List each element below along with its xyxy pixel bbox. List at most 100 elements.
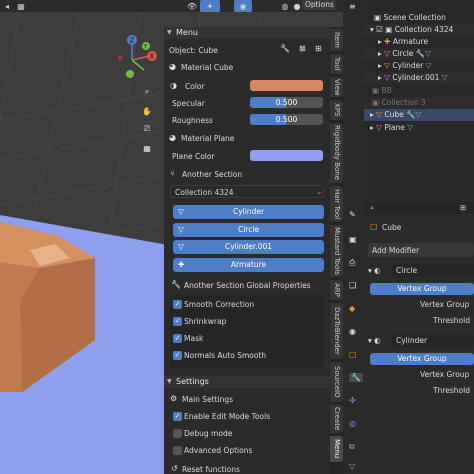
- add-modifier-button[interactable]: Add Modifier: [368, 243, 474, 257]
- collection-button-circle[interactable]: ▽ Circle: [173, 223, 324, 237]
- camera-icon[interactable]: ⎚: [139, 121, 155, 137]
- visibility-icon[interactable]: 👁: [185, 0, 199, 12]
- mesh-icon: ▸ ▽: [378, 73, 390, 82]
- particles-icon[interactable]: ✣: [349, 396, 356, 405]
- collection-button-cylinder-001[interactable]: ▽ Cylinder.001: [173, 240, 324, 254]
- shrinkwrap-checkbox[interactable]: ✓: [173, 317, 182, 326]
- specular-slider[interactable]: 0.500: [250, 97, 323, 108]
- collection-button-armature[interactable]: ✚ Armature: [173, 258, 324, 272]
- reset-functions-label[interactable]: Reset functions: [182, 465, 240, 474]
- zoom-icon[interactable]: ⌕: [139, 84, 155, 100]
- world-icon[interactable]: ◉: [349, 327, 356, 336]
- modifier-icon: 🔧▽: [403, 110, 422, 119]
- tab-create[interactable]: Create: [330, 405, 343, 433]
- tab-daztoblender[interactable]: DazToBlender: [330, 303, 343, 359]
- tool-icon[interactable]: ✎: [349, 210, 356, 219]
- modifier-name-field[interactable]: Cylinder: [392, 334, 474, 347]
- outliner-row[interactable]: ▣ BB: [364, 85, 474, 97]
- mesh-data-icon: ▽: [404, 123, 414, 132]
- gizmo-z-label: Z: [130, 37, 135, 45]
- outliner-row-label: BB: [381, 86, 392, 95]
- properties-tab-bar: ≡ ✎ ▣ ⎙ ❏ ◆ ◉ ▢ 🔧 ✣ ◎ ⧉ ▽: [343, 0, 364, 474]
- advanced-options-checkbox[interactable]: [173, 446, 182, 455]
- pan-hand-icon[interactable]: ✋: [139, 103, 155, 119]
- outliner-row[interactable]: ▾ ☑ ▣ Collection 4324: [364, 24, 474, 36]
- view-layer-icon[interactable]: ❏: [349, 281, 356, 290]
- output-icon[interactable]: ⎙: [349, 258, 355, 268]
- object-icon[interactable]: ▢: [349, 350, 357, 359]
- enable-edit-mode-tools-checkbox[interactable]: ✓: [173, 412, 182, 421]
- grid-box-icon[interactable]: ⊞: [315, 44, 322, 53]
- tab-tool[interactable]: Tool: [330, 54, 343, 74]
- tab-xps[interactable]: XPS: [330, 100, 343, 120]
- settings-section-header[interactable]: ▼ Settings: [164, 376, 330, 388]
- physics-icon[interactable]: ◎: [349, 419, 356, 428]
- outliner-row[interactable]: ▸ ▽ Cylinder.001 ▽: [364, 72, 474, 84]
- properties-editor: ⌕ ⊞ ▢ Cube Add Modifier ▾ ◐ Circle Vertex…: [364, 200, 474, 474]
- collection-dropdown[interactable]: Collection 4324 ⌄: [170, 185, 324, 198]
- vertex-group-mode[interactable]: Vertex Group: [370, 283, 474, 295]
- options-dropdown[interactable]: Options: [302, 0, 336, 10]
- debug-mode-checkbox[interactable]: [173, 429, 182, 438]
- normals-auto-smooth-checkbox[interactable]: ✓: [173, 351, 182, 360]
- ortho-grid-icon[interactable]: ▦: [139, 140, 155, 156]
- outliner-row[interactable]: ▣ Scene Collection: [364, 12, 474, 24]
- constraint-icon[interactable]: ⧉: [349, 442, 355, 452]
- outliner-row-label: Cylinder.001: [392, 73, 440, 82]
- modifier-header[interactable]: ▾ ◐ Cylinder: [368, 334, 474, 347]
- grid-icon[interactable]: ▦: [14, 0, 28, 12]
- modifier-icon: 🔧▽: [413, 49, 431, 58]
- section-icon: ⑂: [170, 169, 175, 178]
- tab-view[interactable]: View: [330, 77, 343, 97]
- outliner-filter-icon[interactable]: ≡: [349, 2, 356, 11]
- tab-mustard-tools[interactable]: Mustard Tools: [330, 225, 343, 277]
- threshold-label: Threshold: [433, 386, 470, 395]
- modifier-wrench-icon[interactable]: 🔧: [349, 373, 363, 382]
- data-icon[interactable]: ▽: [349, 462, 355, 471]
- outliner-row[interactable]: ▣ Collection 3: [364, 97, 474, 109]
- plane-color-swatch[interactable]: [250, 150, 323, 161]
- threshold-label: Threshold: [433, 316, 470, 325]
- tab-rigidbody-bone[interactable]: Rigidbody Bone: [330, 123, 343, 183]
- cube-color-swatch[interactable]: [250, 80, 323, 91]
- tab-item[interactable]: Item: [330, 29, 343, 51]
- overlay-toggle-icon[interactable]: ◉: [234, 0, 252, 12]
- menu-section-header[interactable]: ▼ Menu: [164, 27, 330, 39]
- wrench-icon[interactable]: 🔧: [280, 44, 290, 53]
- modifier-header[interactable]: ▾ ◐ Circle: [368, 264, 474, 277]
- scene-icon[interactable]: ◆: [349, 304, 355, 313]
- x-box-icon[interactable]: ⊠: [299, 44, 306, 53]
- mesh-icon: ▽: [178, 225, 184, 234]
- tab-arp[interactable]: ARP: [330, 280, 343, 300]
- outliner-row[interactable]: ▸ ▽ Circle 🔧▽: [364, 48, 474, 60]
- outliner-row-label: Scene Collection: [383, 13, 446, 22]
- gizmo-toggle-icon[interactable]: ✦: [200, 0, 220, 12]
- outliner-row[interactable]: ▸ ▽ Plane ▽: [364, 122, 474, 134]
- tab-sourceio[interactable]: SourceIO: [330, 362, 343, 402]
- roughness-label: Roughness: [172, 116, 213, 125]
- properties-search-bar[interactable]: ⌕ ⊞: [364, 202, 474, 214]
- move-icon[interactable]: ◂: [0, 0, 14, 12]
- vertex-group-label: Vertex Group: [420, 300, 470, 309]
- outliner-row[interactable]: ▸ ✚ Armature: [364, 36, 474, 48]
- vertex-group-mode[interactable]: Vertex Group: [370, 353, 474, 365]
- collection-button-cylinder[interactable]: ▽ Cylinder: [173, 205, 324, 219]
- modifier-name: Cylinder: [396, 336, 428, 345]
- tab-menu[interactable]: Menu: [330, 436, 343, 462]
- collapse-triangle-icon: ▾ ◐: [368, 336, 381, 345]
- navigation-gizmo[interactable]: Z X Y: [118, 32, 162, 82]
- modifier-name-field[interactable]: Circle: [392, 264, 474, 277]
- outliner-row[interactable]: ▸ ▽ Cylinder ▽: [364, 60, 474, 72]
- settings-title: Settings: [176, 377, 209, 386]
- mask-checkbox[interactable]: ✓: [173, 334, 182, 343]
- outliner-row[interactable]: ▸ ▽ Cube 🔧▽: [364, 109, 474, 121]
- object-label: Object: Cube: [169, 46, 218, 55]
- mesh-icon: ▸ ▽: [370, 123, 382, 132]
- material-plane-icon: ◕: [169, 133, 176, 142]
- roughness-slider[interactable]: 0.500: [250, 114, 323, 125]
- smooth-correction-checkbox[interactable]: ✓: [173, 300, 182, 309]
- tab-hair-tool[interactable]: Hair Tool: [330, 186, 343, 222]
- wrench-icon: 🔧: [171, 280, 181, 289]
- render-icon[interactable]: ▣: [349, 235, 357, 244]
- outliner-row-label: Collection 3: [381, 98, 426, 107]
